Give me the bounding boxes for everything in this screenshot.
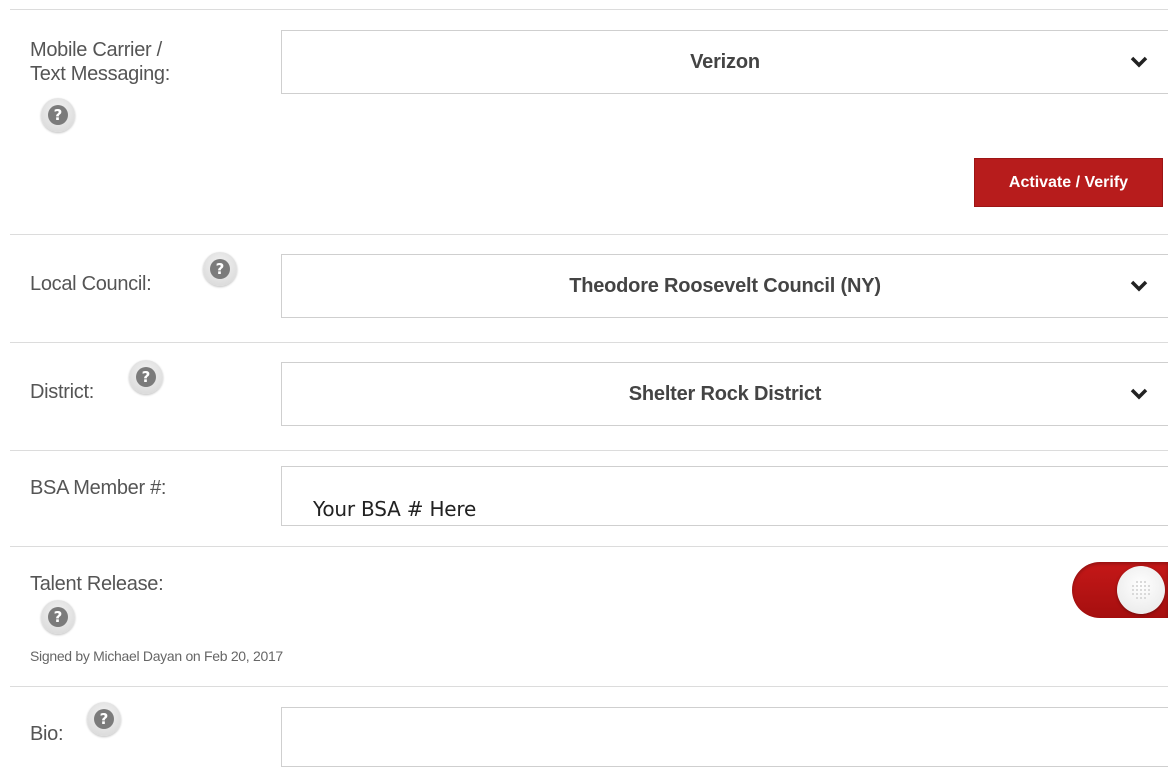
chevron-down-icon [1130, 388, 1148, 400]
divider [10, 342, 1168, 343]
divider [10, 234, 1168, 235]
input-edge [282, 469, 283, 525]
mobile-carrier-label-line2: Text Messaging: [30, 63, 171, 85]
bio-textarea[interactable] [281, 707, 1168, 767]
divider-top [10, 9, 1168, 10]
bio-help-icon[interactable]: ? [87, 702, 121, 736]
talent-release-label: Talent Release: [30, 573, 164, 595]
mobile-carrier-select[interactable]: Verizon [281, 30, 1168, 94]
toggle-knob[interactable] [1117, 566, 1165, 614]
bio-label: Bio: [30, 723, 64, 745]
local-council-select[interactable]: Theodore Roosevelt Council (NY) [281, 254, 1168, 318]
bsa-member-label: BSA Member #: [30, 477, 167, 499]
mobile-carrier-label-line1: Mobile Carrier / [30, 39, 162, 61]
local-council-help-icon[interactable]: ? [203, 252, 237, 286]
question-mark-icon: ? [136, 367, 156, 387]
question-mark-icon: ? [48, 607, 68, 627]
mobile-carrier-help-icon[interactable]: ? [41, 98, 75, 132]
activate-verify-button[interactable]: Activate / Verify [974, 158, 1163, 207]
bsa-member-value: Your BSA # Here [313, 497, 477, 521]
local-council-label: Local Council: [30, 273, 152, 295]
bsa-member-input[interactable]: Your BSA # Here [281, 466, 1168, 526]
divider [10, 450, 1168, 451]
divider [10, 686, 1168, 687]
chevron-down-icon [1130, 56, 1148, 68]
talent-release-help-icon[interactable]: ? [41, 600, 75, 634]
district-select[interactable]: Shelter Rock District [281, 362, 1168, 426]
chevron-down-icon [1130, 280, 1148, 292]
mobile-carrier-selected-value: Verizon [690, 50, 760, 73]
question-mark-icon: ? [94, 709, 114, 729]
mobile-carrier-label: Mobile Carrier / Text Messaging: [30, 38, 170, 86]
local-council-selected-value: Theodore Roosevelt Council (NY) [569, 274, 881, 297]
district-help-icon[interactable]: ? [129, 360, 163, 394]
grip-icon [1131, 580, 1151, 600]
district-label: District: [30, 381, 94, 403]
question-mark-icon: ? [48, 105, 68, 125]
question-mark-icon: ? [210, 259, 230, 279]
talent-release-signed-text: Signed by Michael Dayan on Feb 20, 2017 [30, 648, 283, 664]
district-selected-value: Shelter Rock District [628, 382, 822, 405]
divider [10, 546, 1168, 547]
